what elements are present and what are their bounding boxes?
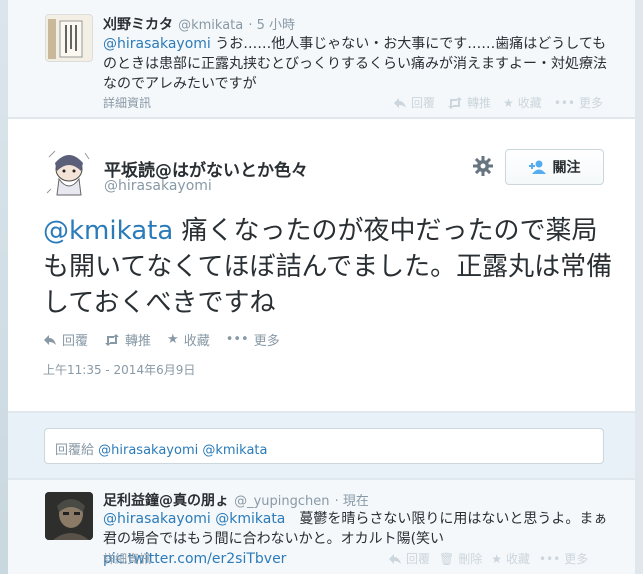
reply-label: 回覆 xyxy=(406,552,431,566)
reply-composer: 回覆給 @hirasakayomi @kmikata xyxy=(8,412,635,479)
more-button[interactable]: ••• 更多 xyxy=(226,330,280,349)
user-name[interactable]: 足利益鐘@真の朋ょ xyxy=(103,493,229,509)
more-icon: ••• xyxy=(539,551,561,566)
tweet-header: 刈野ミカタ @kmikata · 5 小時 xyxy=(103,14,295,34)
favorite-label: 收藏 xyxy=(506,552,531,566)
tweet-actions: 回覆 轉推 ★ 收藏 ••• 更多 xyxy=(43,330,280,349)
reply-input[interactable]: 回覆給 @hirasakayomi @kmikata xyxy=(44,428,604,464)
reply-button[interactable]: 回覆 xyxy=(43,330,88,349)
reply-button[interactable]: 回覆 xyxy=(388,550,430,567)
tweet-actions: 回覆 轉推 ★ 收藏 ••• 更多 xyxy=(393,94,603,111)
reply-label: 回覆 xyxy=(62,334,89,349)
mention-link[interactable]: @hirasakayomi xyxy=(103,36,211,52)
reply-mention: @kmikata xyxy=(198,443,268,458)
more-label: 更多 xyxy=(564,552,589,566)
tweet-actions: 回覆 🗑 刪除 ★ 收藏 ••• 更多 xyxy=(388,550,588,567)
delete-button[interactable]: 🗑 刪除 xyxy=(439,550,482,567)
reply-mention: @hirasakayomi xyxy=(98,443,199,458)
more-icon: ••• xyxy=(225,332,249,347)
tweet-time[interactable]: · 5 小時 xyxy=(248,18,295,33)
details-link[interactable]: 詳細資訊 xyxy=(103,94,151,111)
favorite-button[interactable]: ★ 收藏 xyxy=(503,94,542,111)
more-button[interactable]: ••• 更多 xyxy=(539,550,588,567)
tweet-text: @hirasakayomi うお……他人事じゃない・お大事にです……歯痛はどうし… xyxy=(103,34,608,94)
more-button[interactable]: ••• 更多 xyxy=(554,94,603,111)
retweet-label: 轉推 xyxy=(467,96,492,110)
reply-label: 回覆 xyxy=(411,96,436,110)
reply-icon xyxy=(389,553,401,564)
favorite-label: 收藏 xyxy=(517,96,542,110)
avatar-image xyxy=(45,492,93,540)
gear-icon xyxy=(473,156,493,176)
avatar[interactable] xyxy=(45,14,93,62)
mention-link[interactable]: @hirasakayomi xyxy=(103,511,211,527)
mention-link[interactable]: @kmikata xyxy=(43,216,173,246)
mention-link[interactable]: @kmikata xyxy=(211,511,285,527)
reply-icon xyxy=(44,334,56,345)
avatar[interactable] xyxy=(45,149,93,197)
avatar[interactable] xyxy=(45,492,93,540)
avatar-image xyxy=(48,19,83,59)
follow-button[interactable]: 關注 xyxy=(505,149,604,185)
reply-prefix: 回覆給 xyxy=(55,443,99,458)
star-icon: ★ xyxy=(503,95,514,110)
reply-tweet[interactable]: 刈野ミカタ @kmikata · 5 小時 @hirasakayomi うお……… xyxy=(8,0,635,118)
delete-label: 刪除 xyxy=(458,552,483,566)
retweet-label: 轉推 xyxy=(125,334,152,349)
tweet-text: @kmikata 痛くなったのが夜中だったので薬局も開いてなくてほぼ詰んでました… xyxy=(43,213,613,321)
retweet-button[interactable]: 轉推 xyxy=(104,330,151,349)
star-icon: ★ xyxy=(491,551,503,566)
more-label: 更多 xyxy=(253,334,280,349)
user-handle[interactable]: @_yupingchen xyxy=(234,494,329,509)
favorite-button[interactable]: ★ 收藏 xyxy=(167,330,210,349)
favorite-button[interactable]: ★ 收藏 xyxy=(491,550,530,567)
add-user-icon xyxy=(528,160,546,174)
tweet-timestamp[interactable]: 上午11:35 - 2014年6月9日 xyxy=(43,361,195,378)
reply-button[interactable]: 回覆 xyxy=(393,94,435,111)
reply-tweet[interactable]: 足利益鐘@真の朋ょ @_yupingchen · 現在 @hirasakayom… xyxy=(8,480,635,574)
user-handle[interactable]: @kmikata xyxy=(178,18,243,33)
follow-label: 關注 xyxy=(552,160,581,176)
retweet-icon xyxy=(448,96,463,109)
star-icon: ★ xyxy=(167,332,179,347)
user-name[interactable]: 刈野ミカタ xyxy=(103,17,173,33)
gear-button[interactable] xyxy=(472,155,494,177)
more-label: 更多 xyxy=(579,96,604,110)
main-tweet: 平坂読@はがないとか色々 @hirasakayomi 關注 @kmikata 痛… xyxy=(8,119,635,411)
favorite-label: 收藏 xyxy=(183,334,210,349)
background-strip xyxy=(0,0,8,574)
reply-icon xyxy=(394,97,406,108)
tweet-time[interactable]: · 現在 xyxy=(335,494,369,509)
more-icon: ••• xyxy=(553,95,576,110)
trash-icon: 🗑 xyxy=(439,551,455,566)
avatar-image xyxy=(46,150,90,196)
retweet-button[interactable]: 轉推 xyxy=(447,94,491,111)
retweet-icon xyxy=(105,333,120,346)
tweet-header: 足利益鐘@真の朋ょ @_yupingchen · 現在 xyxy=(103,490,369,510)
user-handle[interactable]: @hirasakayomi xyxy=(104,178,212,194)
details-link[interactable]: 詳細資訊 xyxy=(103,550,151,567)
